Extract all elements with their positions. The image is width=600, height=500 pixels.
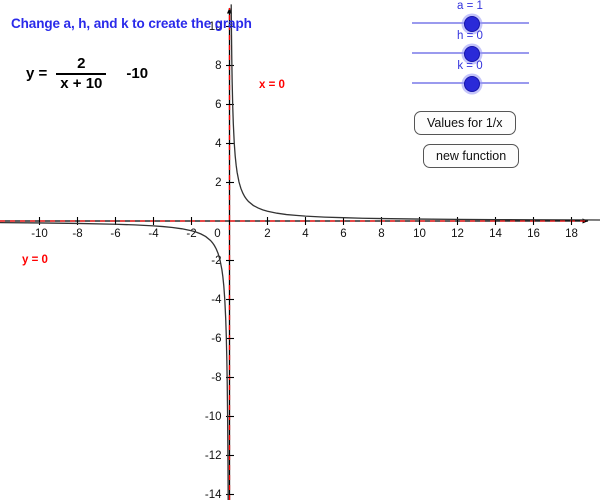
formula-fraction: 2 x + 10 [56, 55, 107, 92]
x-tick-label: 16 [527, 228, 540, 240]
slider-h-label: h = 0 [457, 30, 483, 42]
controls-panel: a = 1 h = 0 k = 0 Values for 1/x new fun… [405, 0, 535, 175]
graphing-app: { "title": "Change a, h, and k to create… [0, 0, 600, 500]
formula-constant: -10 [126, 65, 149, 83]
slider-k-handle[interactable] [463, 76, 480, 92]
x-tick-labels: -10 -8 -6 -4 -2 0 2 4 6 8 10 12 14 16 18 [31, 228, 578, 240]
x-tick-label: 18 [565, 228, 578, 240]
x-tick-label: 12 [451, 228, 464, 240]
x-tick-label: 10 [413, 228, 426, 240]
y-tick-label: 4 [215, 138, 222, 150]
x-tick-label: -8 [72, 228, 82, 240]
y-tick-label: -12 [205, 450, 222, 462]
slider-k-track[interactable] [412, 76, 529, 92]
y-tick-label: 6 [215, 99, 221, 111]
x-tick-label: 14 [489, 228, 502, 240]
values-for-1-over-x-button[interactable]: Values for 1/x [414, 111, 516, 135]
slider-h-track[interactable] [412, 46, 529, 62]
slider-k-label: k = 0 [457, 60, 483, 72]
x-tick-label: 8 [378, 228, 384, 240]
y-tick-label: -10 [205, 411, 222, 423]
x-tick-label: 6 [340, 228, 346, 240]
y-tick-label: 2 [215, 177, 221, 189]
x-tick-label: 2 [264, 228, 270, 240]
formula-lhs: y = [26, 65, 48, 83]
x-tick-label: 0 [214, 228, 220, 240]
x-tick-label: 4 [302, 228, 309, 240]
y-tick-label: -8 [211, 372, 221, 384]
new-function-button[interactable]: new function [423, 144, 520, 168]
formula-numerator: 2 [77, 55, 86, 72]
slider-a-track[interactable] [412, 16, 529, 32]
y-tick-label: -6 [211, 333, 221, 345]
function-formula: y = 2 x + 10 -10 [26, 56, 148, 92]
x-tick-label: -4 [148, 228, 159, 240]
x-tick-label: -10 [31, 228, 48, 240]
x-tick-label: -6 [110, 228, 120, 240]
page-title: Change a, h, and k to create the graph [11, 16, 252, 31]
vertical-asymptote-label: x = 0 [259, 79, 285, 91]
y-tick-label: -4 [211, 294, 222, 306]
slider-a-label: a = 1 [457, 0, 483, 12]
formula-denominator: x + 10 [60, 74, 103, 92]
y-tick-label: 8 [215, 60, 221, 72]
y-tick-label: -14 [205, 489, 222, 500]
horizontal-asymptote-label: y = 0 [22, 254, 48, 266]
